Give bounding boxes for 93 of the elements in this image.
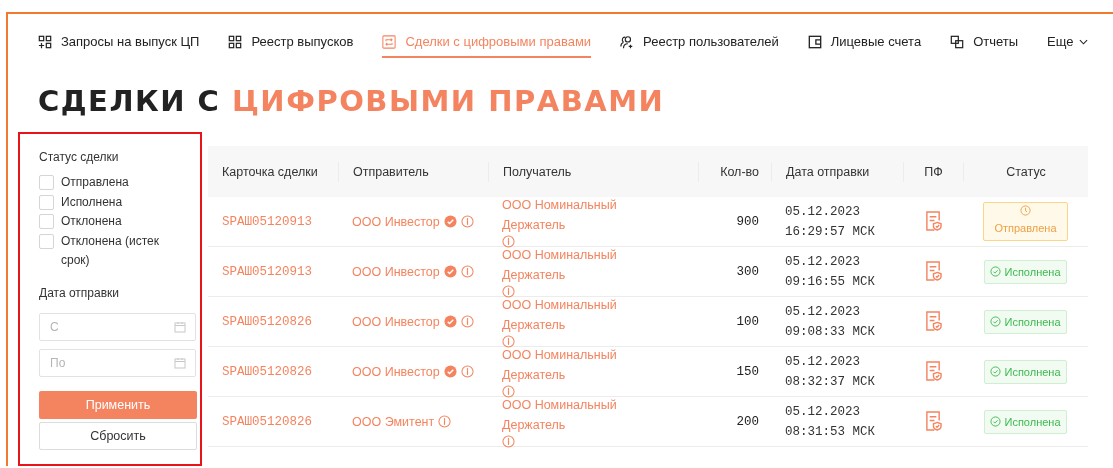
calendar-icon [174,356,186,369]
info-icon[interactable] [502,235,515,248]
recipient-link[interactable]: ООО Номинальный Держатель [502,295,658,335]
status-badge: Отправлена [983,202,1068,241]
check-icon [990,366,1002,377]
document-icon[interactable] [924,411,942,432]
status-badge: Исполнена [984,259,1067,284]
date-field[interactable]: По [39,348,196,377]
filter-label: Статус сделки [39,150,119,164]
nav-tab[interactable]: Отчеты [950,27,1019,58]
nav-tab[interactable]: Реестр пользователей [620,27,779,58]
quantity-text: 900 [736,213,759,231]
column-header: Статус [1006,163,1046,181]
checkbox[interactable] [39,233,54,249]
checkbox[interactable] [39,194,54,210]
info-icon[interactable] [460,365,474,378]
clock-icon [1020,205,1031,216]
info-icon[interactable] [502,385,515,398]
document-icon[interactable] [924,311,942,332]
grid-icon [228,34,243,49]
status-checkbox[interactable]: Исполнена [39,192,182,212]
date-text: 05.12.2023 [785,353,860,371]
nav-tab[interactable]: Запросы на выпуск ЦП [38,27,200,58]
column-header: Карточка сделки [222,163,318,181]
date-text: 05.12.2023 [785,403,860,421]
status-badge: Исполнена [984,409,1067,434]
recipient-link[interactable]: ООО Номинальный Держатель [502,345,658,385]
info-icon[interactable] [460,265,474,278]
deal-link[interactable]: SPAШ05120826 [222,311,312,332]
deal-link[interactable]: SPAШ05120913 [222,261,312,282]
nav-tab[interactable]: Реестр выпусков [228,27,354,58]
quantity-text: 200 [736,413,759,431]
nav-tab[interactable]: Еще [1047,27,1088,58]
check-icon [990,266,1002,277]
sender-link[interactable]: ООО Инвестор [352,311,440,332]
recipient-link[interactable]: ООО Номинальный Держатель [502,395,658,435]
document-icon[interactable] [924,261,942,282]
status-checkbox[interactable]: Отклонена [39,212,182,232]
caret-icon [1078,38,1088,45]
info-icon[interactable] [502,335,515,348]
filter-label: Дата отправки [39,285,119,300]
column-header: ПФ [924,163,943,181]
column-header: Кол-во [720,163,759,181]
date-text: 05.12.2023 [785,253,860,271]
document-icon[interactable] [924,211,942,232]
sender-link[interactable]: ООО Эмитент [352,411,435,432]
time-text: 08:32:37 МСК [785,373,875,391]
info-icon[interactable] [502,285,515,298]
nav-tab[interactable]: Лицевые счета [807,27,922,58]
time-text: 08:31:53 МСК [785,423,875,441]
checkbox[interactable] [39,175,54,190]
status-badge: Исполнена [984,309,1067,334]
page-title: СДЕЛКИ С ЦИФРОВЫМИ ПРАВАМИ [38,84,665,118]
sender-link[interactable]: ООО Инвестор [352,211,440,232]
nav-tab[interactable]: Сделки с цифровыми правами [382,27,592,58]
date-field[interactable]: С [39,312,196,341]
column-header: Отправитель [353,163,429,181]
reset-button[interactable]: Сбросить [39,421,197,450]
info-icon[interactable] [460,315,474,328]
status-badge: Исполнена [984,359,1067,384]
time-text: 09:16:55 МСК [785,273,875,291]
date-text: 05.12.2023 [785,303,860,321]
deal-link[interactable]: SPAШ05120826 [222,361,312,382]
deal-link[interactable]: SPAШ05120913 [222,211,312,232]
sender-link[interactable]: ООО Инвестор [352,261,440,282]
calendar-icon [174,320,186,333]
deal-link[interactable]: SPAШ05120826 [222,411,312,432]
quantity-text: 100 [736,313,759,331]
quantity-text: 150 [736,363,759,381]
info-icon[interactable] [502,435,515,448]
checkbox[interactable] [39,214,54,229]
info-icon[interactable] [438,415,452,428]
recipient-link[interactable]: ООО Номинальный Держатель [502,195,658,235]
apply-button[interactable]: Применить [39,390,197,419]
column-header: Дата отправки [786,163,870,181]
status-checkbox[interactable]: Отклонена (истек срок) [39,231,182,271]
check-icon [990,316,1002,327]
info-icon[interactable] [460,215,474,228]
document-icon[interactable] [924,361,942,382]
quantity-text: 300 [736,263,759,281]
users-icon [620,34,635,49]
squares-icon [950,34,965,49]
sender-link[interactable]: ООО Инвестор [352,361,440,382]
column-header: Получатель [503,163,572,181]
time-text: 16:29:57 МСК [785,223,875,241]
time-text: 09:08:33 МСК [785,323,875,341]
grid-icon [38,34,52,49]
status-checkbox[interactable]: Отправлена [39,173,182,193]
check-icon [990,416,1002,427]
recipient-link[interactable]: ООО Номинальный Держатель [502,245,658,285]
exchange-icon [382,34,397,49]
date-text: 05.12.2023 [785,203,860,221]
wallet-icon [807,34,822,49]
